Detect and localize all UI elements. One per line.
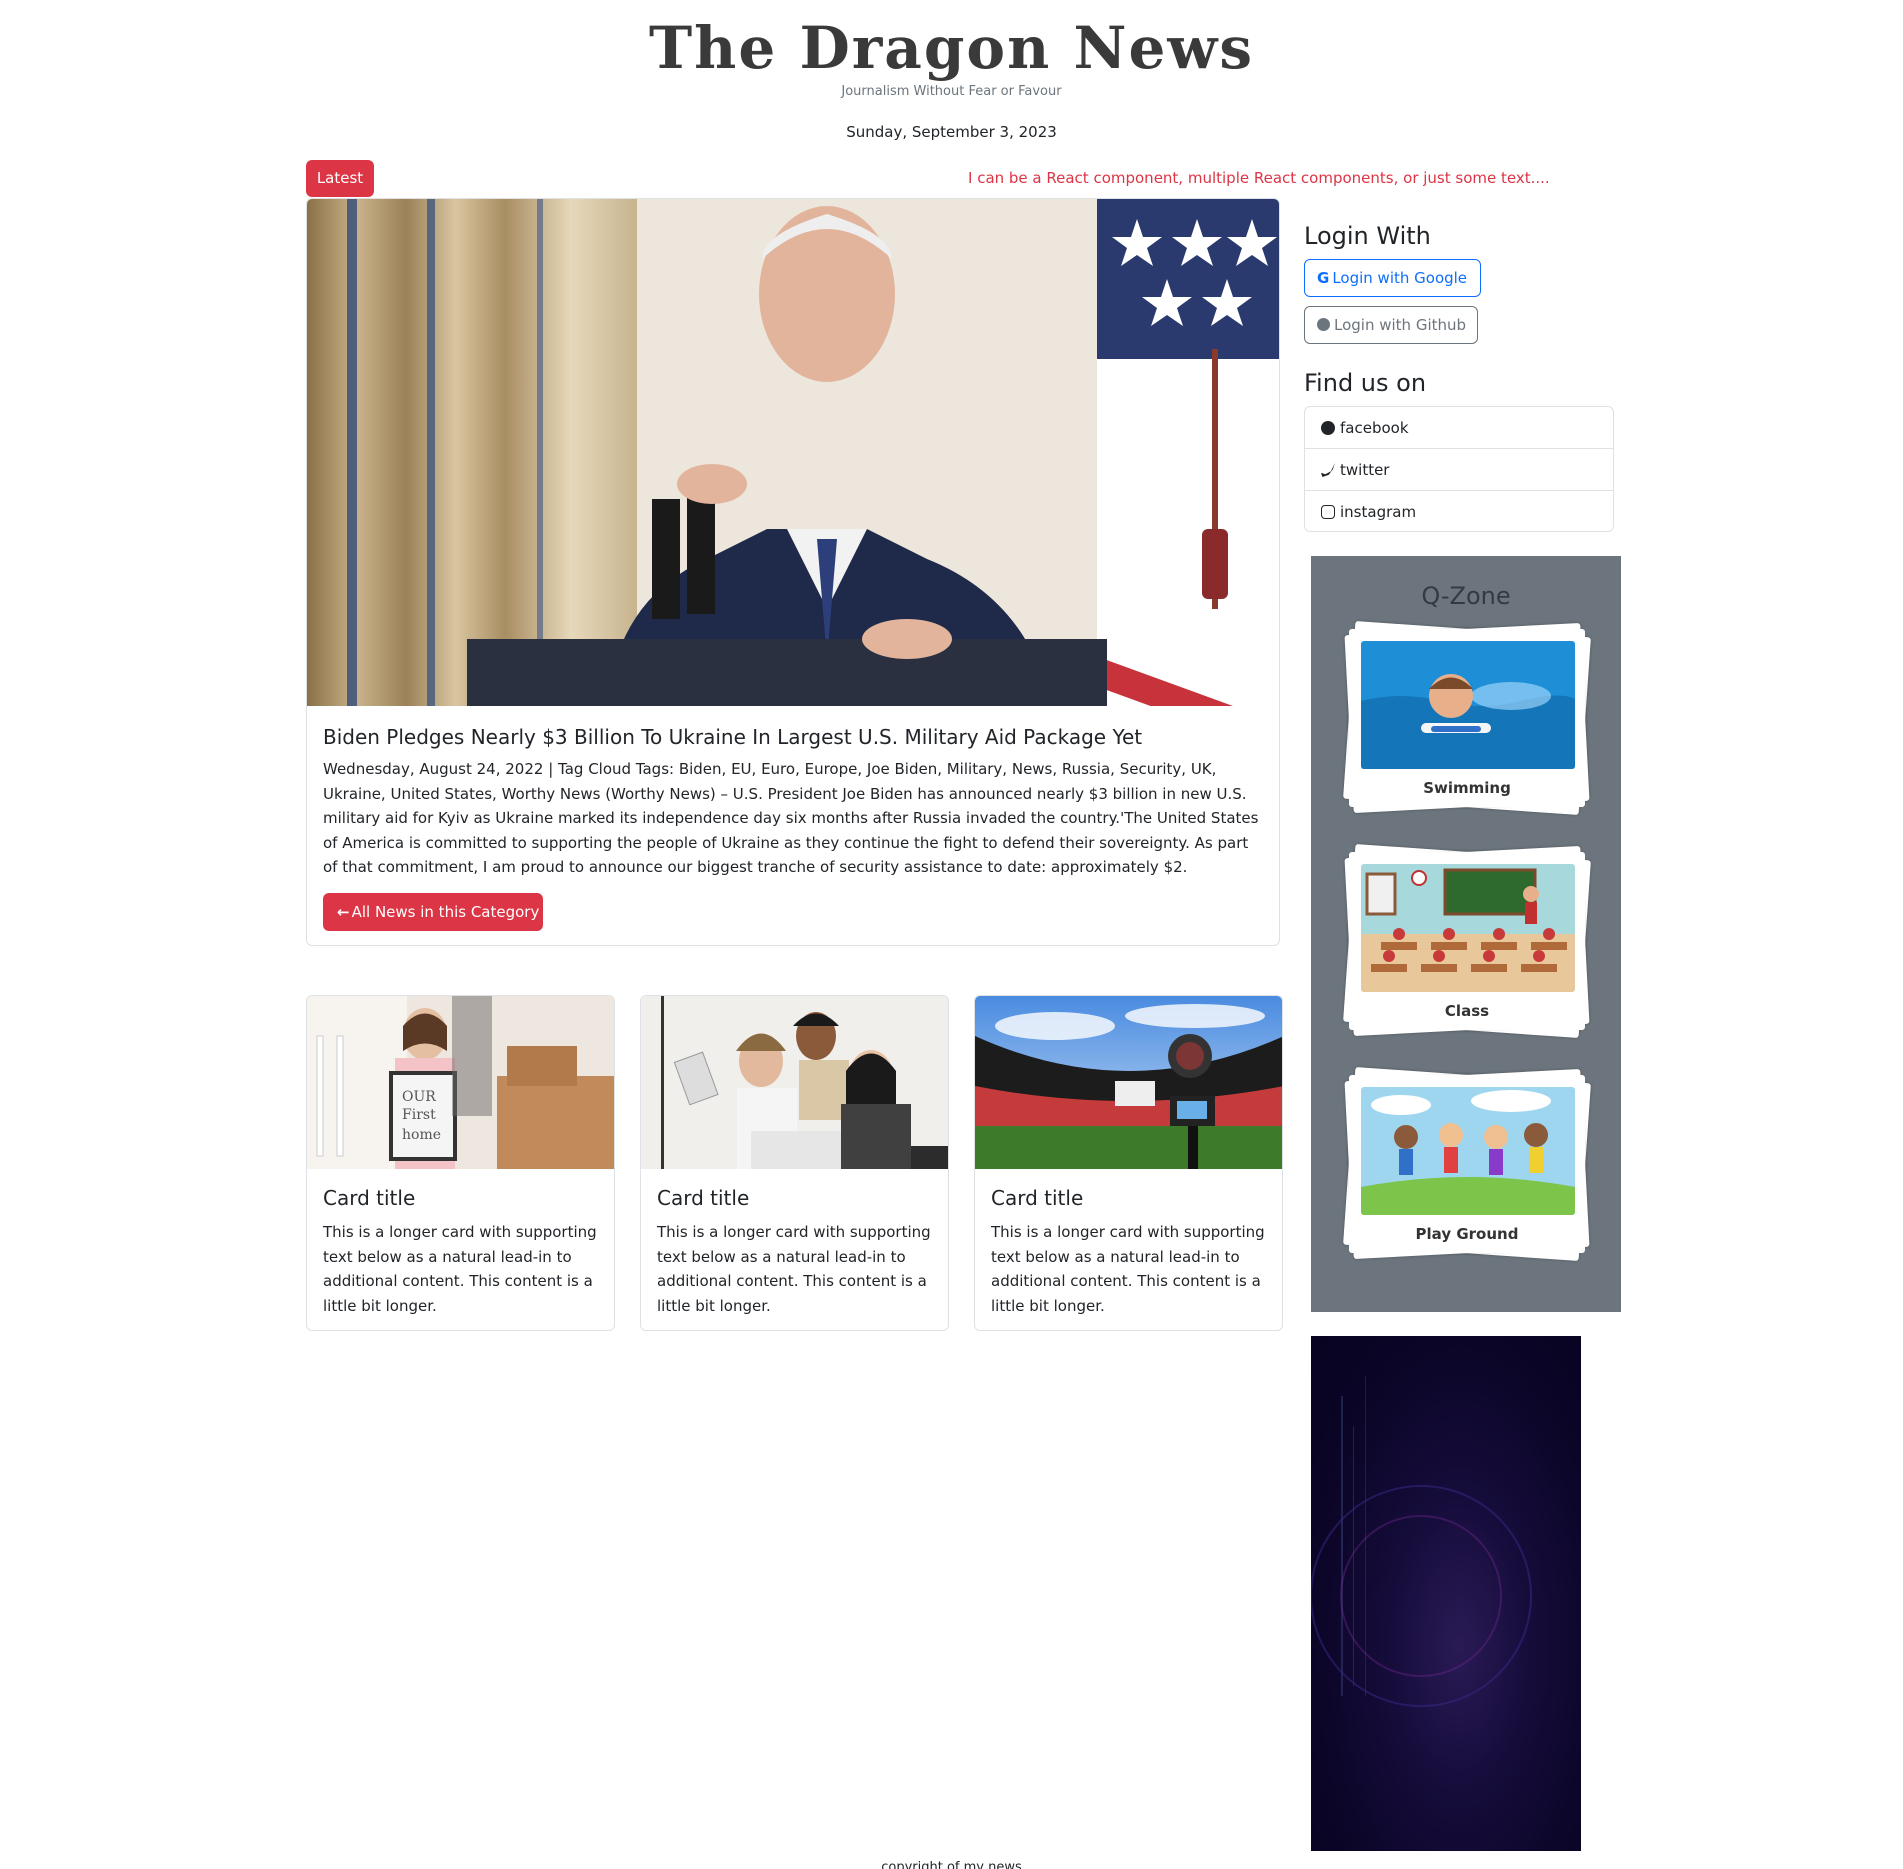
svg-text:home: home xyxy=(402,1127,441,1143)
q-zone-title: Q-Zone xyxy=(1421,582,1511,610)
arrow-left-icon: ← xyxy=(337,903,350,921)
login-google-button[interactable]: G Login with Google xyxy=(1304,259,1481,297)
social-link-facebook[interactable]: facebook xyxy=(1305,407,1613,449)
site-tagline: Journalism Without Fear or Favour xyxy=(841,84,1062,99)
card-front: Swimming xyxy=(1349,629,1585,807)
login-github-label: Login with Github xyxy=(1334,316,1467,334)
login-heading: Login With xyxy=(1304,222,1431,250)
login-github-button[interactable]: Login with Github xyxy=(1304,306,1478,344)
card-text: This is a longer card with supporting te… xyxy=(991,1223,1265,1315)
facebook-icon xyxy=(1321,421,1335,435)
card-front: Class xyxy=(1349,852,1585,1030)
news-ticker: I can be a React component, multiple Rea… xyxy=(968,169,1550,187)
github-icon xyxy=(1317,318,1330,331)
social-links: facebook twitter instagram xyxy=(1304,406,1614,532)
card-image xyxy=(641,996,948,1169)
social-link-label: twitter xyxy=(1340,461,1390,479)
site-title: The Dragon News xyxy=(649,14,1254,82)
social-link-instagram[interactable]: instagram xyxy=(1305,491,1613,533)
svg-text:First: First xyxy=(402,1107,436,1123)
all-news-category-button[interactable]: ← All News in this Category xyxy=(323,893,543,931)
social-link-twitter[interactable]: twitter xyxy=(1305,449,1613,491)
q-zone-card-swimming[interactable]: Swimming xyxy=(1343,620,1591,816)
q-zone: Q-Zone Swimming Class Play Ground xyxy=(1311,556,1621,1312)
card-title[interactable]: Card title xyxy=(323,1186,415,1210)
all-news-category-label: All News in this Category xyxy=(351,903,540,921)
google-icon: G xyxy=(1317,269,1330,287)
q-zone-card-class[interactable]: Class xyxy=(1343,843,1591,1039)
card-title[interactable]: Card title xyxy=(657,1186,749,1210)
q-zone-label: Play Ground xyxy=(1415,1225,1519,1243)
main-news-card: Biden Pledges Nearly $3 Billion To Ukrai… xyxy=(306,198,1280,946)
latest-button[interactable]: Latest xyxy=(306,160,374,197)
advertisement-banner[interactable] xyxy=(1311,1336,1581,1851)
playground-image xyxy=(1361,1087,1575,1215)
twitter-icon xyxy=(1321,463,1335,477)
card-image xyxy=(975,996,1282,1169)
card-image: OUR First home xyxy=(307,996,614,1169)
card-text: This is a longer card with supporting te… xyxy=(323,1223,597,1315)
news-card[interactable]: OUR First home Card title This is a long… xyxy=(306,995,615,1331)
q-zone-label: Class xyxy=(1444,1002,1490,1020)
news-headline[interactable]: Biden Pledges Nearly $3 Billion To Ukrai… xyxy=(323,725,1142,749)
login-google-label: Login with Google xyxy=(1332,269,1468,287)
card-front: Play Ground xyxy=(1349,1075,1585,1253)
footer-copyright: copyright of my news xyxy=(881,1860,1022,1869)
news-image xyxy=(307,199,1279,706)
news-card[interactable]: Card title This is a longer card with su… xyxy=(640,995,949,1331)
svg-text:OUR: OUR xyxy=(402,1089,436,1105)
find-us-heading: Find us on xyxy=(1304,369,1427,397)
card-title[interactable]: Card title xyxy=(991,1186,1083,1210)
social-link-label: facebook xyxy=(1340,419,1409,437)
class-image xyxy=(1361,864,1575,992)
instagram-icon xyxy=(1321,505,1335,519)
news-card[interactable]: Card title This is a longer card with su… xyxy=(974,995,1283,1331)
q-zone-card-playground[interactable]: Play Ground xyxy=(1343,1066,1591,1262)
q-zone-label: Swimming xyxy=(1423,779,1511,797)
card-text: This is a longer card with supporting te… xyxy=(657,1223,931,1315)
social-link-label: instagram xyxy=(1340,503,1417,521)
news-summary: Wednesday, August 24, 2022 | Tag Cloud T… xyxy=(323,760,1259,876)
current-date: Sunday, September 3, 2023 xyxy=(846,123,1057,141)
swimming-image xyxy=(1361,641,1575,769)
